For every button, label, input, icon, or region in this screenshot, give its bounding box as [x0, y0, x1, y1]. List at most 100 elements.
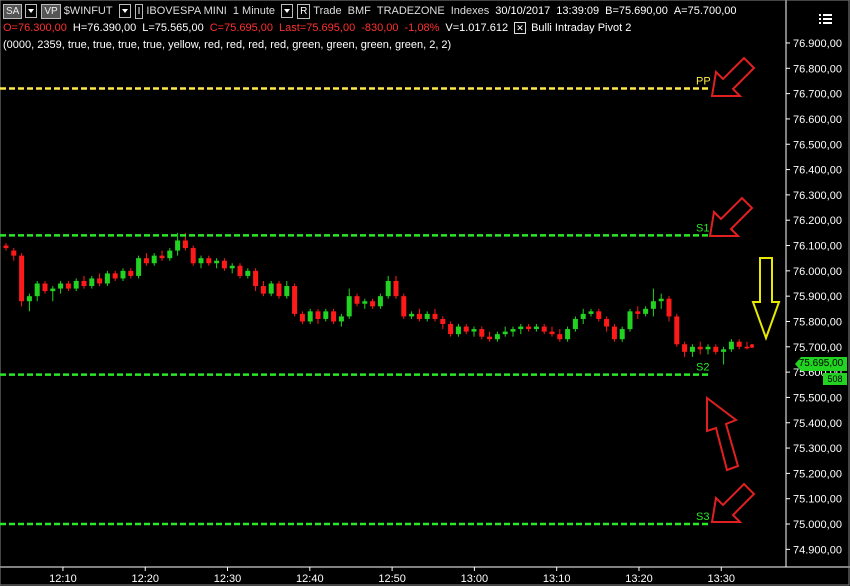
- candle-body: [260, 286, 266, 294]
- symbol-dropdown-icon[interactable]: [118, 4, 131, 18]
- interval-dropdown-icon[interactable]: [281, 4, 294, 18]
- x-tick-label: 13:00: [461, 573, 489, 585]
- y-tick-label: 76.500,00: [793, 139, 842, 151]
- candle-body: [416, 313, 422, 319]
- interval-label[interactable]: 1 Minute: [233, 5, 275, 17]
- y-tick-label: 75.300,00: [793, 443, 842, 455]
- candle-body: [120, 270, 126, 279]
- candle-body: [167, 250, 173, 259]
- last-price-dot: [750, 344, 754, 349]
- pivot-label-s2: S2: [696, 362, 709, 374]
- candle-body: [487, 336, 493, 340]
- candle-body: [136, 258, 142, 276]
- candle-body: [557, 334, 563, 340]
- bid-label: B=75.690,00: [605, 5, 668, 17]
- candle-body: [565, 329, 571, 340]
- candle-body: [65, 283, 71, 289]
- vp-button[interactable]: VP: [41, 3, 61, 19]
- candle-body: [50, 288, 56, 292]
- candle-body: [214, 260, 220, 264]
- candle-body: [455, 326, 461, 335]
- y-tick-label: 76.600,00: [793, 114, 842, 126]
- candle-body: [697, 346, 703, 350]
- candle-body: [377, 296, 383, 307]
- symbol-label[interactable]: $WINFUT: [64, 5, 113, 17]
- candle-body: [89, 278, 95, 287]
- candle-body: [268, 283, 274, 294]
- candle-body: [370, 301, 376, 307]
- candle-body: [128, 270, 134, 276]
- candle-body: [479, 329, 485, 337]
- x-tick-label: 12:10: [49, 573, 77, 585]
- sa-dropdown-icon[interactable]: [25, 4, 38, 18]
- hamburger-list-icon[interactable]: [818, 12, 834, 26]
- pivot-label-s3: S3: [696, 511, 709, 523]
- header-row-symbol: SA VP $WINFUT I IBOVESPA MINI 1 Minute R…: [3, 3, 743, 19]
- ask-label: A=75.700,00: [673, 5, 737, 17]
- last-label: Last=75.695,00: [279, 22, 356, 34]
- y-tick-label: 76.100,00: [793, 241, 842, 253]
- chart-window: 76.900,00 76.800,00 76.700,00 76.600,00 76.5…: [0, 0, 850, 586]
- y-tick-label: 76.200,00: [793, 215, 842, 227]
- close-indicator-icon[interactable]: ✕: [514, 22, 527, 34]
- candle-body: [494, 334, 500, 340]
- candle-body: [424, 313, 430, 319]
- y-tick-label: 75.800,00: [793, 316, 842, 328]
- y-tick-label: 75.700,00: [793, 342, 842, 354]
- candle-body: [190, 248, 196, 264]
- x-tick-label: 13:20: [625, 573, 653, 585]
- y-tick-label: 75.400,00: [793, 418, 842, 430]
- candle-body: [728, 341, 734, 350]
- price-chart[interactable]: 76.900,00 76.800,00 76.700,00 76.600,00 76.5…: [0, 0, 850, 586]
- candle-body: [97, 278, 103, 284]
- open-label: O=76.300,00: [3, 22, 67, 34]
- change-label: -830,00: [361, 22, 399, 34]
- y-tick-label: 76.800,00: [793, 63, 842, 75]
- candle-body: [331, 311, 337, 322]
- indicator-name[interactable]: Bulli Intraday Pivot 2: [531, 22, 631, 34]
- candle-body: [440, 318, 446, 325]
- candle-body: [81, 280, 87, 287]
- candle-body: [42, 283, 48, 292]
- candle-body: [393, 280, 399, 297]
- high-label: H=76.390,00: [72, 22, 137, 34]
- candle-body: [73, 280, 79, 289]
- candle-body: [182, 240, 188, 249]
- candle-body: [619, 329, 625, 340]
- candle-body: [580, 313, 586, 319]
- candle-body: [736, 341, 742, 347]
- candle-body: [206, 258, 212, 264]
- y-tick-label: 76.400,00: [793, 165, 842, 177]
- candle-body: [705, 346, 711, 350]
- candle-body: [58, 283, 64, 289]
- red-arrow-s1: [708, 196, 754, 237]
- current-price-tag: 75.695,00: [795, 357, 847, 371]
- candle-body: [502, 331, 508, 335]
- interval-button[interactable]: I: [134, 3, 144, 19]
- candle-body: [510, 329, 516, 332]
- candle-body: [276, 283, 282, 297]
- volume-tag: 508: [823, 373, 847, 385]
- sa-button[interactable]: SA: [3, 3, 23, 19]
- candle-body: [362, 301, 368, 304]
- candle-body: [432, 313, 438, 319]
- candle-body: [650, 301, 656, 309]
- candle-body: [448, 324, 454, 335]
- date-label: 30/10/2017: [495, 5, 551, 17]
- candle-body: [658, 298, 664, 302]
- change-pct-label: -1,08%: [404, 22, 440, 34]
- candle-body: [627, 311, 633, 330]
- candle-body: [338, 316, 344, 322]
- candle-body: [3, 245, 9, 249]
- y-tick-label: 75.500,00: [793, 392, 842, 404]
- candle-body: [346, 296, 352, 317]
- header-row-ohlc: O=76.300,00 H=76.390,00 L=75.565,00 C=75…: [3, 20, 637, 36]
- y-tick-label: 76.700,00: [793, 89, 842, 101]
- candle-body: [643, 308, 649, 314]
- candle-body: [143, 258, 149, 264]
- candle-body: [689, 346, 695, 352]
- candle-body: [315, 311, 321, 319]
- exchange-label: BMF: [347, 5, 371, 17]
- mode-button[interactable]: R: [297, 3, 311, 19]
- candle-body: [245, 270, 251, 276]
